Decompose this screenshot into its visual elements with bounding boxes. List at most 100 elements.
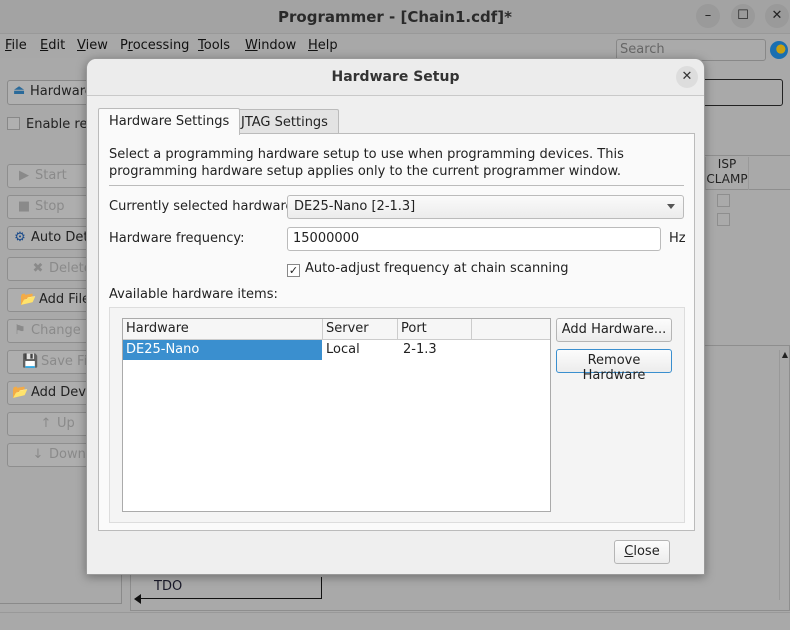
- column-header-server[interactable]: Server: [323, 319, 398, 340]
- isp-label: ISP: [717, 157, 737, 171]
- hardware-select-value: DE25-Nano [2-1.3]: [294, 199, 416, 214]
- maximize-button[interactable]: ☐: [731, 4, 755, 28]
- minimize-button[interactable]: –: [696, 4, 720, 28]
- hardware-select[interactable]: DE25-Nano [2-1.3]: [287, 195, 684, 219]
- window-titlebar: Programmer - [Chain1.cdf]* – ☐ ✕: [0, 0, 790, 34]
- hardware-setup-button[interactable]: ⏏ Hardware: [7, 80, 97, 105]
- menu-file[interactable]: File: [5, 38, 27, 53]
- menu-help[interactable]: Help: [308, 38, 338, 53]
- hardware-setup-dialog: Hardware Setup ✕ Hardware Settings JTAG …: [86, 58, 705, 575]
- binoculars-icon: ⚙: [14, 230, 26, 245]
- checkmark-icon: ✓: [287, 264, 300, 277]
- start-button[interactable]: ▶ Start: [7, 164, 97, 188]
- menu-file-label: ile: [11, 38, 27, 53]
- available-hardware-label: Available hardware items:: [109, 287, 278, 302]
- hardware-items-group: Hardware Server Port DE25-Nano Local 2-1…: [109, 307, 685, 523]
- hardware-settings-panel: Select a programming hardware setup to u…: [98, 133, 695, 531]
- tab-hardware-settings[interactable]: Hardware Settings: [98, 108, 241, 135]
- remove-hardware-button[interactable]: Remove Hardware: [556, 349, 672, 383]
- description-text: Select a programming hardware setup to u…: [109, 147, 624, 179]
- menu-view-label: iew: [85, 38, 108, 53]
- add-device-button[interactable]: 📂 Add Devic: [7, 381, 97, 405]
- menu-window-label: indow: [257, 38, 297, 53]
- menu-edit-key: E: [40, 38, 49, 53]
- up-button[interactable]: ↑ Up: [7, 412, 97, 436]
- arrow-left-icon: [134, 594, 141, 604]
- auto-detect-button[interactable]: ⚙ Auto Dete: [7, 226, 97, 250]
- stop-label: Stop: [35, 199, 65, 214]
- column-header-port[interactable]: Port: [398, 319, 472, 340]
- window-title: Programmer - [Chain1.cdf]*: [278, 8, 512, 26]
- close-button[interactable]: Close: [614, 540, 670, 564]
- globe-icon[interactable]: [770, 41, 788, 59]
- isp-clamp-header: ISP CLAMP: [705, 157, 749, 190]
- add-device-icon: 📂: [12, 385, 29, 400]
- hardware-icon: ⏏: [13, 83, 26, 98]
- start-label: Start: [35, 168, 67, 183]
- auto-adjust-label: Auto-adjust frequency at chain scanning: [305, 261, 569, 276]
- dialog-titlebar: Hardware Setup ✕: [87, 59, 704, 96]
- isp-clamp-checkbox[interactable]: [717, 213, 730, 226]
- menu-processing-pre: P: [120, 38, 128, 53]
- start-icon: ▶: [19, 168, 29, 183]
- menu-edit-label: dit: [48, 38, 66, 53]
- down-button[interactable]: ↓ Down: [7, 443, 97, 467]
- close-button-label: lose: [633, 544, 660, 559]
- dialog-title: Hardware Setup: [331, 69, 460, 85]
- down-label: Down: [49, 447, 86, 462]
- change-file-button[interactable]: ⚑ Change Fi: [7, 319, 97, 343]
- add-hardware-button[interactable]: Add Hardware...: [556, 318, 672, 342]
- menu-view-key: V: [77, 38, 86, 53]
- enable-checkbox[interactable]: Enable rea: [7, 117, 95, 132]
- save-icon: 💾: [22, 354, 39, 369]
- close-window-button[interactable]: ✕: [765, 4, 789, 28]
- menu-window-key: W: [245, 38, 258, 53]
- change-file-icon: ⚑: [14, 323, 26, 338]
- menu-processing-label: ocessing: [132, 38, 190, 53]
- chevron-down-icon: [667, 204, 675, 209]
- separator: [109, 185, 684, 186]
- down-icon: ↓: [32, 447, 44, 462]
- column-header-empty: [472, 319, 550, 340]
- save-file-button[interactable]: 💾 Save Fil: [7, 350, 97, 374]
- frequency-input[interactable]: 15000000: [287, 227, 661, 251]
- cell-port[interactable]: 2-1.3: [398, 340, 440, 360]
- save-file-label: Save Fil: [41, 354, 91, 369]
- tab-jtag-settings[interactable]: JTAG Settings: [230, 109, 339, 133]
- tdo-label: TDO: [154, 579, 183, 594]
- up-label: Up: [57, 416, 75, 431]
- delete-icon: ✖: [32, 261, 44, 276]
- isp-clamp-checkbox[interactable]: [717, 194, 730, 207]
- selected-hardware-label: Currently selected hardware:: [109, 199, 298, 214]
- frequency-label: Hardware frequency:: [109, 231, 245, 246]
- vertical-scrollbar[interactable]: ▲: [779, 350, 790, 600]
- menu-processing[interactable]: Processing: [120, 38, 189, 53]
- stop-button[interactable]: ■ Stop: [7, 195, 97, 219]
- clamp-label: CLAMP: [706, 172, 748, 186]
- menu-tools-label: ools: [203, 38, 231, 53]
- cell-server[interactable]: Local: [323, 340, 363, 360]
- up-icon: ↑: [40, 416, 52, 431]
- status-bar: [0, 612, 790, 630]
- progress-box: [700, 79, 783, 106]
- add-file-button[interactable]: 📂 Add File: [7, 288, 97, 312]
- menu-window[interactable]: Window: [245, 38, 296, 53]
- add-file-label: Add File: [39, 292, 91, 307]
- cell-hardware[interactable]: DE25-Nano: [123, 340, 202, 360]
- delete-button[interactable]: ✖ Delete: [7, 257, 97, 281]
- menu-tools[interactable]: Tools: [198, 38, 230, 53]
- menu-view[interactable]: View: [77, 38, 108, 53]
- close-button-key: C: [624, 544, 634, 559]
- hardware-table[interactable]: Hardware Server Port DE25-Nano Local 2-1…: [122, 318, 551, 512]
- stop-icon: ■: [17, 199, 31, 214]
- dialog-close-icon[interactable]: ✕: [676, 66, 698, 88]
- frequency-unit: Hz: [669, 231, 686, 246]
- auto-adjust-checkbox[interactable]: ✓ Auto-adjust frequency at chain scanning: [287, 261, 569, 277]
- menu-help-label: elp: [317, 38, 338, 53]
- checkbox-box: [7, 117, 20, 130]
- hardware-button-label: Hardware: [30, 84, 93, 99]
- column-header-hardware[interactable]: Hardware: [123, 319, 323, 340]
- folder-icon: 📂: [20, 292, 37, 307]
- menu-help-key: H: [308, 38, 318, 53]
- menu-edit[interactable]: Edit: [40, 38, 65, 53]
